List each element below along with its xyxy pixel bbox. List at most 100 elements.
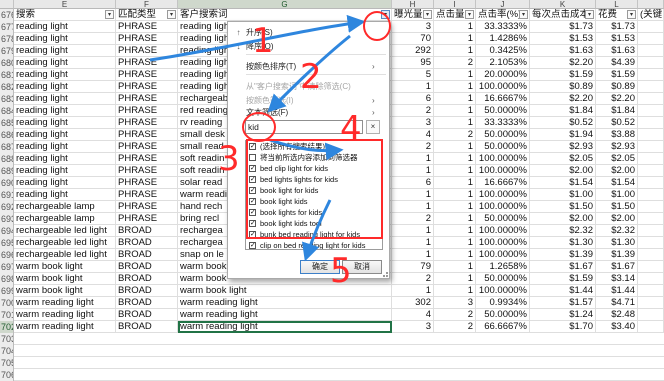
cell-impressions[interactable]: 1	[392, 201, 434, 213]
filter-checkbox-item[interactable]: ✓ (选择所有搜索结果)	[246, 141, 382, 152]
row-number[interactable]: 689	[0, 165, 14, 177]
filter-menu-item[interactable]: 文本筛选(F) ›	[234, 106, 375, 119]
row-number[interactable]: 684	[0, 105, 14, 117]
row-number[interactable]: 678	[0, 33, 14, 45]
cell-clicks[interactable]: 1	[434, 249, 476, 261]
cell-clicks[interactable]: 1	[434, 105, 476, 117]
row-number[interactable]: 696	[0, 249, 14, 261]
filter-dropdown-button[interactable]: ▾	[465, 10, 474, 19]
cell-spend[interactable]: $1.44	[596, 285, 638, 297]
cell-extra[interactable]	[638, 189, 664, 201]
header-cell-extra[interactable]: (关键	[638, 9, 664, 21]
cell-cpc[interactable]: $2.20	[530, 93, 596, 105]
cell-extra[interactable]	[638, 261, 664, 273]
cell-extra[interactable]	[638, 117, 664, 129]
cell-clicks[interactable]: 1	[434, 189, 476, 201]
cell-clicks[interactable]: 2	[434, 129, 476, 141]
cell-search[interactable]: reading light	[14, 153, 116, 165]
header-cell-customer-search-term[interactable]: 客户搜索词 ▾	[178, 9, 392, 21]
filter-dropdown-button[interactable]: ▾	[423, 10, 432, 19]
filter-checkbox-item[interactable]: ✓ clip on bed reading light for kids	[246, 240, 382, 249]
cell-spend[interactable]: $2.05	[596, 153, 638, 165]
cell-spend[interactable]: $4.71	[596, 297, 638, 309]
checkbox-checked-icon[interactable]: ✓	[249, 220, 256, 227]
cell-match-type[interactable]: PHRASE	[116, 165, 178, 177]
row-number[interactable]: 698	[0, 273, 14, 285]
ok-button[interactable]: 确定	[300, 260, 340, 274]
header-cell-match-type[interactable]: 匹配类型 ▾	[116, 9, 178, 21]
cell-search[interactable]: warm book light	[14, 285, 116, 297]
cell-spend[interactable]: $2.00	[596, 165, 638, 177]
cell-extra[interactable]	[638, 285, 664, 297]
filter-dropdown-button-active[interactable]: ▾	[381, 10, 390, 19]
row-number[interactable]: 703	[0, 333, 14, 345]
cell-impressions[interactable]: 4	[392, 309, 434, 321]
cell-search-term[interactable]: warm book light	[178, 285, 392, 297]
cell-clicks[interactable]: 3	[434, 297, 476, 309]
cell-clicks[interactable]: 1	[434, 21, 476, 33]
filter-checkbox-item[interactable]: ✓ bed lights lights for kids	[246, 174, 382, 185]
cell-clicks[interactable]: 1	[434, 261, 476, 273]
cell-spend[interactable]: $4.39	[596, 57, 638, 69]
cell-clicks[interactable]: 1	[434, 117, 476, 129]
cell-clicks[interactable]: 1	[434, 201, 476, 213]
cell-spend[interactable]: $3.14	[596, 273, 638, 285]
cell-cpc[interactable]: $1.84	[530, 105, 596, 117]
row-number[interactable]: 681	[0, 69, 14, 81]
cell-extra[interactable]	[638, 105, 664, 117]
cell-cpc[interactable]: $0.89	[530, 81, 596, 93]
cell-cpc[interactable]: $1.39	[530, 249, 596, 261]
cell-extra[interactable]	[638, 249, 664, 261]
cell-cpc[interactable]: $1.59	[530, 273, 596, 285]
cell-ctr[interactable]: 100.0000%	[476, 201, 530, 213]
cell-ctr[interactable]: 0.9934%	[476, 297, 530, 309]
cell-cpc[interactable]: $1.50	[530, 201, 596, 213]
cell-cpc[interactable]: $1.30	[530, 237, 596, 249]
row-number[interactable]: 690	[0, 177, 14, 189]
checkbox-checked-icon[interactable]: ✓	[249, 165, 256, 172]
cell-ctr[interactable]: 100.0000%	[476, 165, 530, 177]
cell-cpc[interactable]: $1.70	[530, 321, 596, 333]
cell-search[interactable]: rechargeable lamp	[14, 213, 116, 225]
cell-cpc[interactable]: $2.05	[530, 153, 596, 165]
cell-extra[interactable]	[638, 141, 664, 153]
cell-extra[interactable]	[638, 93, 664, 105]
header-cell-spend[interactable]: 花费 ▾	[596, 9, 638, 21]
cell-cpc[interactable]: $1.63	[530, 45, 596, 57]
row-number[interactable]: 701	[0, 309, 14, 321]
cell-impressions[interactable]: 1	[392, 189, 434, 201]
cell-extra[interactable]	[638, 33, 664, 45]
cell-search[interactable]: rechargeable led light	[14, 225, 116, 237]
cell-ctr[interactable]: 100.0000%	[476, 237, 530, 249]
cell-search[interactable]: warm book light	[14, 261, 116, 273]
cell-extra[interactable]	[638, 45, 664, 57]
cell-spend[interactable]: $2.00	[596, 213, 638, 225]
filter-checkbox-item[interactable]: ✓ book light kids	[246, 196, 382, 207]
cell-match-type[interactable]: BROAD	[116, 237, 178, 249]
cell-spend[interactable]: $1.63	[596, 45, 638, 57]
cell-extra[interactable]	[638, 177, 664, 189]
cell-clicks[interactable]: 1	[434, 213, 476, 225]
cell-match-type[interactable]: PHRASE	[116, 117, 178, 129]
cell-spend[interactable]: $0.52	[596, 117, 638, 129]
row-number[interactable]: 683	[0, 93, 14, 105]
cell-spend[interactable]: $1.59	[596, 69, 638, 81]
cell-impressions[interactable]: 1	[392, 165, 434, 177]
cell-spend[interactable]: $1.39	[596, 249, 638, 261]
cell-extra[interactable]	[638, 81, 664, 93]
resize-grip-icon[interactable]	[383, 272, 388, 277]
filter-checkbox-item[interactable]: ✓ bed clip light for kids	[246, 163, 382, 174]
cell-impressions[interactable]: 3	[392, 21, 434, 33]
cell-search-term[interactable]: warm reading light	[178, 321, 392, 333]
cell-search[interactable]: warm reading light	[14, 321, 116, 333]
checkbox-checked-icon[interactable]: ✓	[249, 176, 256, 183]
cell-cpc[interactable]: $1.24	[530, 309, 596, 321]
select-all-corner[interactable]	[0, 0, 14, 9]
cell-spend[interactable]: $1.54	[596, 177, 638, 189]
cell-ctr[interactable]: 2.1053%	[476, 57, 530, 69]
checkbox-unchecked-icon[interactable]	[249, 154, 256, 161]
header-cell-clicks[interactable]: 点击量 ▾	[434, 9, 476, 21]
cell-search[interactable]: reading light	[14, 189, 116, 201]
column-header-l[interactable]: L	[596, 0, 638, 9]
filter-checkbox-item[interactable]: ✓ bunk bed reading light for kids	[246, 229, 382, 240]
